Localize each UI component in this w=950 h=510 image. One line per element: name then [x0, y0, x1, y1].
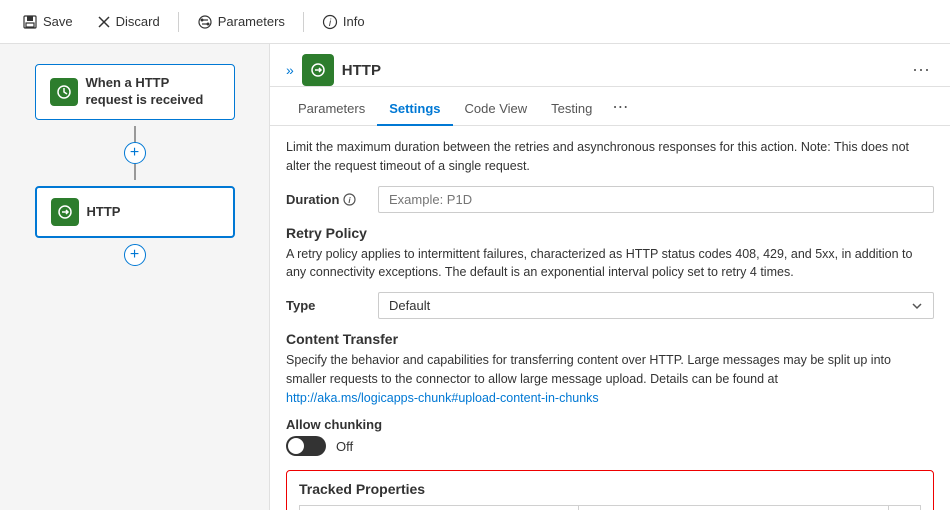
save-label: Save	[43, 14, 73, 29]
tracked-key-value[interactable]: MyCustomTrackedProperty1	[300, 506, 579, 510]
parameters-icon	[197, 14, 213, 30]
toolbar: Save Discard Parameters i Info	[0, 0, 950, 44]
chevron-down-icon	[911, 300, 923, 312]
save-icon	[22, 14, 38, 30]
tracked-delete-button[interactable]: ✕	[889, 506, 921, 510]
toggle-thumb	[288, 438, 304, 454]
left-panel: When a HTTP request is received + HTTP +	[0, 44, 270, 510]
action-title: HTTP	[87, 204, 121, 219]
panel-step-icon	[302, 54, 334, 86]
right-panel: » HTTP ⋯ Parameters Settings Code View T…	[270, 44, 950, 510]
content-transfer-title: Content Transfer	[286, 331, 934, 347]
http-action-icon	[57, 204, 73, 220]
tracked-data-row: MyCustomTrackedProperty1 "TrackedValue1"…	[300, 506, 921, 510]
tabs-more-button[interactable]: ⋯	[604, 89, 636, 125]
info-button[interactable]: i Info	[312, 10, 375, 34]
connector-line	[134, 126, 136, 142]
svg-text:i: i	[349, 196, 352, 205]
parameters-label: Parameters	[218, 14, 285, 29]
expand-icon[interactable]: »	[286, 62, 294, 78]
close-icon	[97, 15, 111, 29]
http-trigger-icon	[56, 84, 72, 100]
panel-header-left: » HTTP	[286, 54, 381, 86]
action-card[interactable]: HTTP	[35, 186, 235, 238]
tracked-value-cell[interactable]: "TrackedValue1"	[578, 506, 889, 510]
duration-input[interactable]	[378, 186, 934, 213]
discard-label: Discard	[116, 14, 160, 29]
duration-field-row: Duration i	[286, 186, 934, 213]
type-select[interactable]: Default	[378, 292, 934, 319]
separator2	[303, 12, 304, 32]
discard-button[interactable]: Discard	[87, 10, 170, 33]
add-step-button-1[interactable]: +	[124, 142, 146, 164]
tab-settings[interactable]: Settings	[377, 93, 452, 126]
chunking-toggle[interactable]	[286, 436, 326, 456]
parameters-button[interactable]: Parameters	[187, 10, 295, 34]
tracked-properties-section: Tracked Properties MyCustomTrackedProper…	[286, 470, 934, 510]
connector-line-2	[134, 164, 136, 180]
panel-http-icon	[310, 62, 326, 78]
connector-1: +	[124, 126, 146, 180]
duration-description: Limit the maximum duration between the r…	[286, 138, 934, 176]
panel-more-button[interactable]: ⋯	[908, 57, 934, 83]
tab-parameters[interactable]: Parameters	[286, 93, 377, 126]
tabs-bar: Parameters Settings Code View Testing ⋯	[270, 89, 950, 126]
save-button[interactable]: Save	[12, 10, 83, 34]
trigger-card[interactable]: When a HTTP request is received	[35, 64, 235, 120]
info-icon: i	[322, 14, 338, 30]
info-label: Info	[343, 14, 365, 29]
type-field-row: Type Default	[286, 292, 934, 319]
retry-policy-title: Retry Policy	[286, 225, 934, 241]
svg-text:i: i	[329, 18, 332, 29]
separator	[178, 12, 179, 32]
allow-chunking-label: Allow chunking	[286, 417, 934, 432]
duration-label: Duration i	[286, 192, 366, 207]
tracked-properties-title: Tracked Properties	[299, 481, 921, 497]
toggle-state-label: Off	[336, 439, 353, 454]
content-transfer-desc: Specify the behavior and capabilities fo…	[286, 351, 934, 407]
duration-info-icon: i	[343, 193, 356, 206]
connector-2: +	[124, 244, 146, 266]
trigger-title: When a HTTP request is received	[86, 75, 220, 109]
chunking-toggle-row: Off	[286, 436, 934, 456]
tab-code-view[interactable]: Code View	[453, 93, 540, 126]
action-icon	[51, 198, 79, 226]
panel-content: Limit the maximum duration between the r…	[270, 126, 950, 510]
main-area: When a HTTP request is received + HTTP +	[0, 44, 950, 510]
panel-header: » HTTP ⋯	[270, 44, 950, 87]
content-transfer-link[interactable]: http://aka.ms/logicapps-chunk#upload-con…	[286, 391, 599, 405]
tracked-properties-table: MyCustomTrackedProperty1 "TrackedValue1"…	[299, 505, 921, 510]
tab-testing[interactable]: Testing	[539, 93, 604, 126]
add-step-button-2[interactable]: +	[124, 244, 146, 266]
retry-policy-desc: A retry policy applies to intermittent f…	[286, 245, 934, 283]
type-label: Type	[286, 298, 366, 313]
panel-title: HTTP	[342, 62, 381, 79]
type-value: Default	[389, 298, 430, 313]
trigger-icon	[50, 78, 78, 106]
